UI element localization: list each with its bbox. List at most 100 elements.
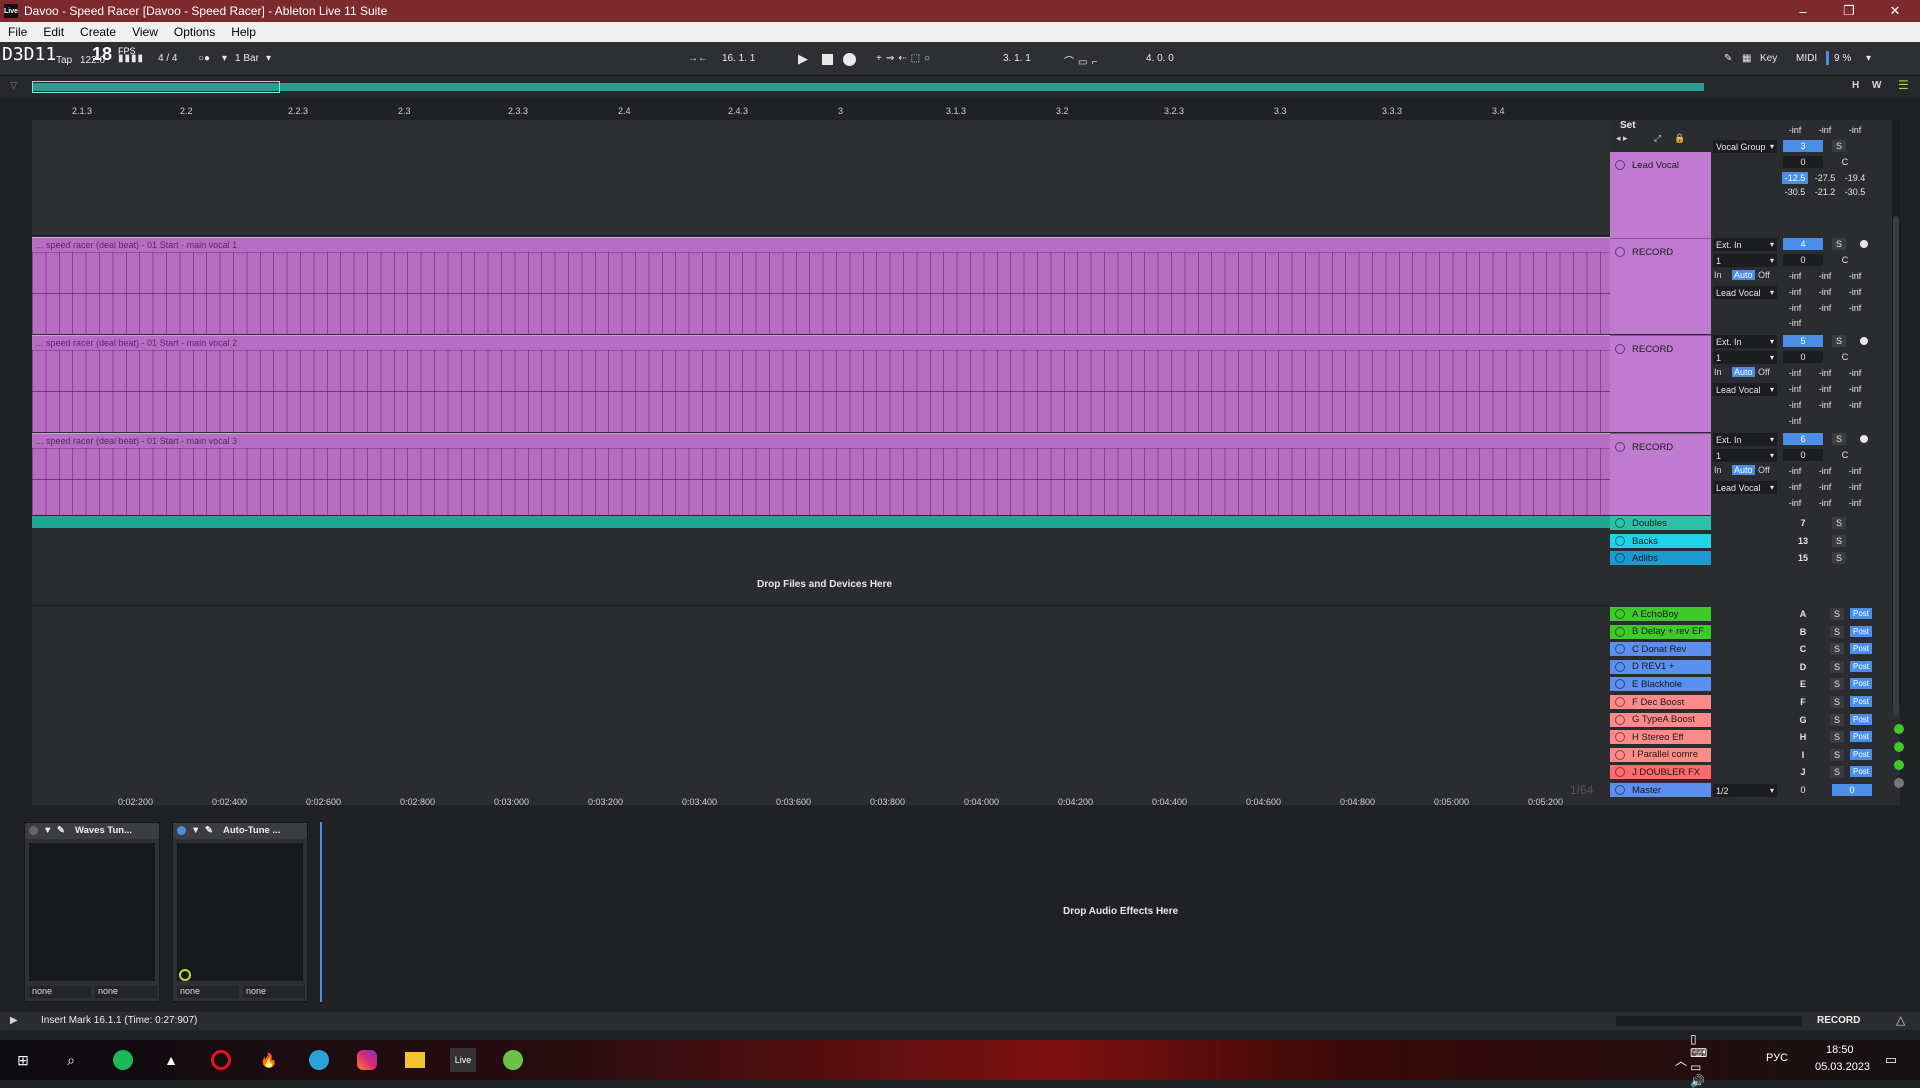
play-icon[interactable]: ▶ xyxy=(10,1015,18,1026)
chevron-down-icon[interactable]: ▾ xyxy=(222,53,227,64)
quantize-menu[interactable]: 1 Bar xyxy=(235,53,259,64)
return-track[interactable]: C Donat Rev xyxy=(1610,642,1711,657)
post-button[interactable]: Post xyxy=(1850,608,1872,619)
device-waves-tune[interactable]: ▼ ✎ Waves Tun... none none xyxy=(24,822,160,1002)
post-button[interactable]: Post xyxy=(1850,643,1872,655)
track-number[interactable]: 15 xyxy=(1783,552,1823,564)
pan-field[interactable]: C xyxy=(1832,254,1858,266)
return-letter[interactable]: G xyxy=(1783,714,1823,726)
instagram-icon[interactable] xyxy=(357,1050,377,1070)
fold-icon[interactable] xyxy=(1615,518,1625,528)
expand-icon[interactable]: △ xyxy=(1896,1013,1905,1027)
solo-button[interactable]: S xyxy=(1830,678,1844,691)
lead-vocal-group-lane[interactable] xyxy=(32,120,1610,236)
doubles-group-lane[interactable] xyxy=(32,516,1610,528)
audio-clip[interactable]: ... speed racer (deal beat) - 01 Start -… xyxy=(32,335,1610,432)
post-button[interactable]: Post xyxy=(1850,713,1872,725)
return-track[interactable]: I Parallel comre xyxy=(1610,747,1711,762)
pan-field[interactable]: C xyxy=(1832,351,1858,363)
input-type-select[interactable]: Ext. In xyxy=(1713,238,1777,251)
follow-icon[interactable]: →← xyxy=(688,53,708,64)
master-pan[interactable]: 0 xyxy=(1832,784,1872,796)
track-adlibs[interactable]: Adlibs xyxy=(1610,551,1711,565)
monitor-in[interactable]: In xyxy=(1714,270,1722,280)
solo-button[interactable]: S xyxy=(1830,713,1844,726)
return-track[interactable]: J DOUBLER FX xyxy=(1610,765,1711,780)
fold-icon[interactable] xyxy=(1615,661,1625,672)
restore-button[interactable]: ❐ xyxy=(1826,0,1872,22)
return-letter[interactable]: F xyxy=(1783,696,1823,708)
lock-icon[interactable]: 🔒 xyxy=(1674,133,1685,144)
solo-button[interactable]: S xyxy=(1832,433,1846,445)
input-channel-select[interactable]: 1 xyxy=(1713,351,1777,364)
fold-icon[interactable] xyxy=(1615,247,1625,257)
track-number[interactable]: 3 xyxy=(1783,140,1823,152)
fold-icon[interactable] xyxy=(1615,553,1625,563)
solo-button[interactable]: S xyxy=(1830,625,1844,638)
group-lanes[interactable] xyxy=(32,529,1610,563)
io-select[interactable]: none xyxy=(243,986,305,998)
fold-icon[interactable] xyxy=(1615,785,1625,795)
solo-button[interactable]: S xyxy=(1830,660,1844,673)
menu-create[interactable]: Create xyxy=(72,25,124,39)
arrangement-view[interactable]: ... speed racer (deal beat) - 01 Start -… xyxy=(32,120,1610,805)
io-icon[interactable] xyxy=(1894,778,1904,788)
input-type-select[interactable]: Ext. In xyxy=(1713,335,1777,348)
return-letter[interactable]: J xyxy=(1783,766,1823,778)
fold-icon[interactable] xyxy=(1615,626,1625,637)
return-track[interactable]: F Dec Boost xyxy=(1610,695,1711,709)
metronome-toggle-icon[interactable]: ○● xyxy=(198,53,210,64)
menu-edit[interactable]: Edit xyxy=(35,25,72,39)
master-output-select[interactable]: 1/2 xyxy=(1713,784,1777,797)
fl-studio-icon[interactable]: 🔥 xyxy=(256,1048,282,1072)
track-doubles[interactable]: Doubles xyxy=(1610,516,1711,530)
track-number[interactable]: 5 xyxy=(1783,335,1823,347)
automation-tools-icon[interactable]: +⇝⇠⬚○ xyxy=(876,53,934,64)
return-track[interactable]: B Delay + rev EF xyxy=(1610,624,1711,639)
monitor-in[interactable]: In xyxy=(1714,367,1722,377)
solo-button[interactable]: S xyxy=(1832,535,1846,547)
close-button[interactable]: ✕ xyxy=(1872,0,1918,22)
output-select[interactable]: Lead Vocal xyxy=(1713,383,1777,396)
io-icon[interactable] xyxy=(1894,742,1904,752)
arrangement-overview[interactable]: ▽ H W ☰ xyxy=(0,76,1920,98)
solo-button[interactable]: S xyxy=(1830,643,1844,656)
fold-icon[interactable] xyxy=(1615,344,1625,354)
app-icon[interactable]: ▲ xyxy=(158,1048,184,1072)
post-button[interactable]: Post xyxy=(1850,748,1872,760)
monitor-auto[interactable]: Auto xyxy=(1732,465,1755,475)
arm-record-icon[interactable] xyxy=(1860,337,1868,345)
return-letter[interactable]: A xyxy=(1783,608,1823,620)
scrollbar-thumb[interactable] xyxy=(1893,216,1899,716)
device-header[interactable]: ▼ ✎ Waves Tun... xyxy=(25,823,159,839)
menu-help[interactable]: Help xyxy=(223,25,264,39)
routing-select[interactable]: Vocal Group xyxy=(1713,140,1777,153)
h-button[interactable]: H xyxy=(1852,80,1859,91)
notification-icon[interactable]: ▭ xyxy=(1878,1048,1904,1072)
arrow-icons[interactable]: ◂ ▸ xyxy=(1616,133,1628,144)
pencil-icon[interactable]: ✎ xyxy=(1724,53,1732,64)
solo-button[interactable]: S xyxy=(1832,552,1846,564)
monitor-auto[interactable]: Auto xyxy=(1732,270,1755,280)
volume-field[interactable]: 0 xyxy=(1783,254,1823,266)
track-lead-vocal[interactable]: Lead Vocal xyxy=(1610,152,1711,238)
w-button[interactable]: W xyxy=(1872,80,1881,91)
windows-start-icon[interactable]: ⊞ xyxy=(10,1048,36,1072)
xbox-icon[interactable] xyxy=(503,1050,523,1070)
chevron-down-icon[interactable]: ▽ xyxy=(10,80,17,91)
fold-icon[interactable] xyxy=(1615,442,1625,452)
solo-button[interactable]: S xyxy=(1832,517,1846,529)
tempo-field[interactable]: 122.0 xyxy=(80,55,105,66)
io-icon[interactable] xyxy=(1894,724,1904,734)
output-select[interactable]: Lead Vocal xyxy=(1713,286,1777,299)
overview-viewport[interactable] xyxy=(32,81,280,93)
solo-button[interactable]: S xyxy=(1832,335,1846,347)
ableton-live-icon[interactable]: Live xyxy=(450,1048,476,1072)
io-select[interactable]: none xyxy=(95,986,157,998)
master-volume[interactable]: 0 xyxy=(1783,784,1823,796)
monitor-off[interactable]: Off xyxy=(1758,465,1770,475)
fold-icon[interactable] xyxy=(1615,697,1625,707)
monitor-off[interactable]: Off xyxy=(1758,270,1770,280)
plugin-window[interactable] xyxy=(29,843,155,981)
post-button[interactable]: Post xyxy=(1850,625,1872,637)
